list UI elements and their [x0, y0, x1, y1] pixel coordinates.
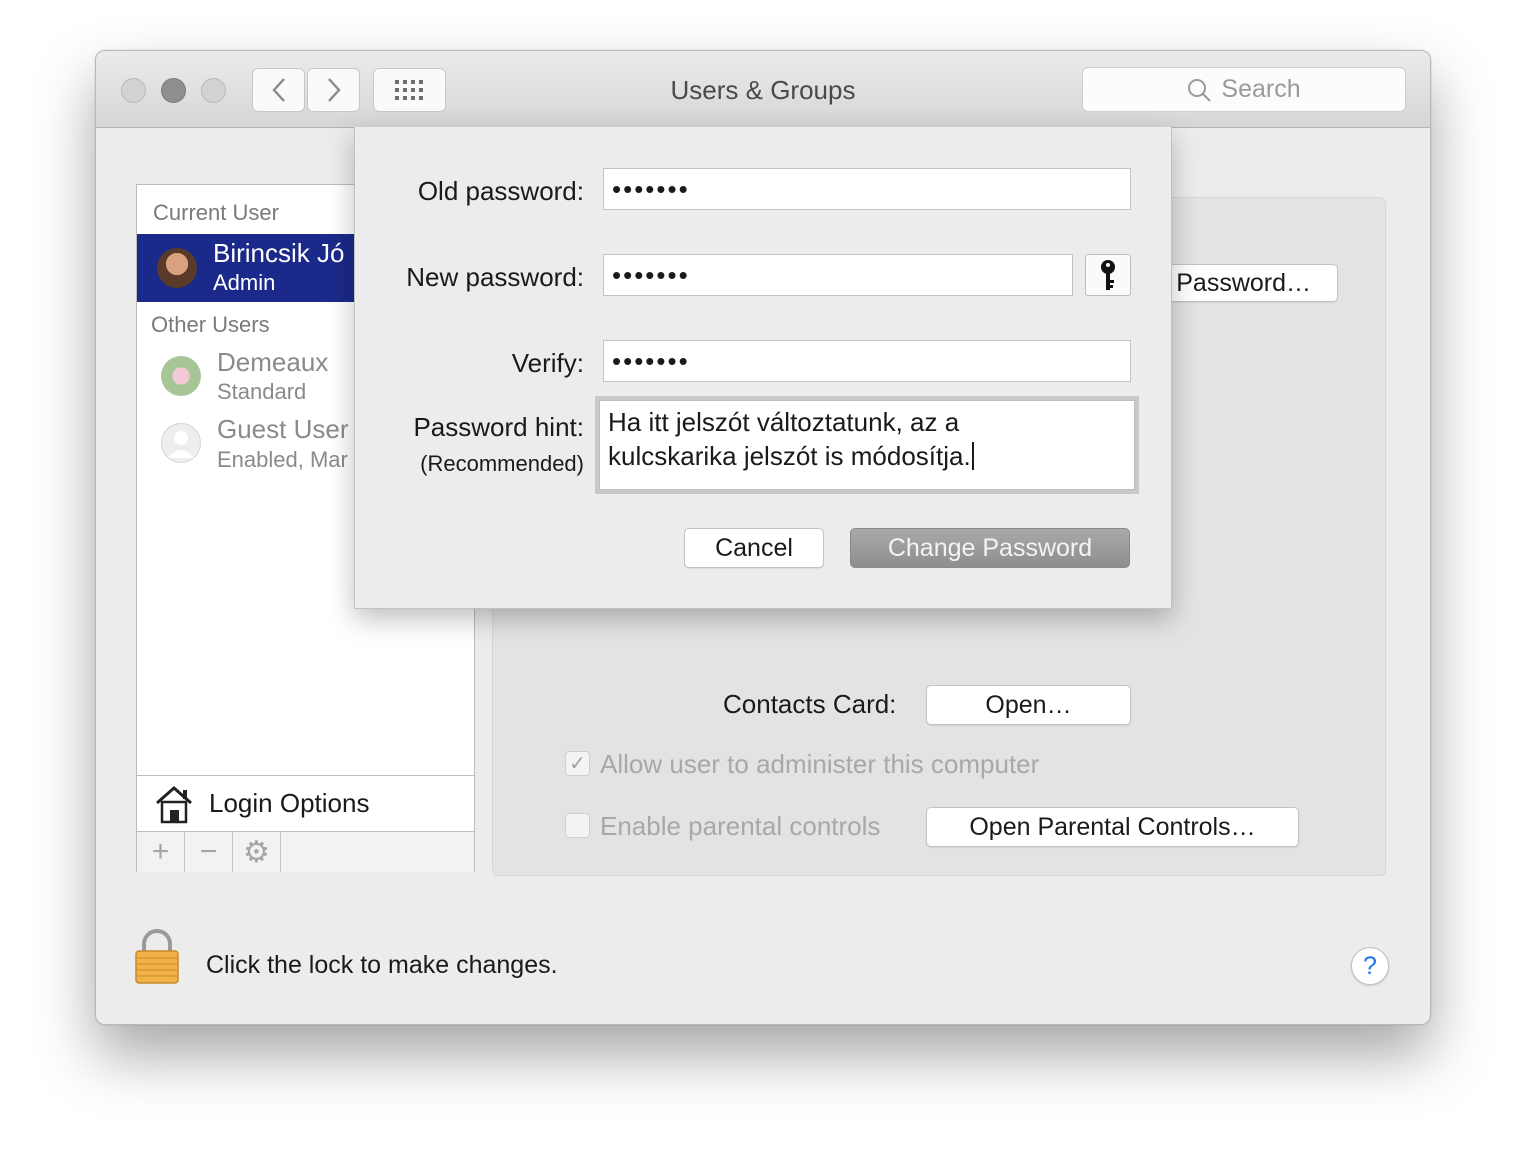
parental-controls-checkbox[interactable] — [565, 813, 590, 838]
hint-line-with-cursor: kulcskarika jelszót is módosítja. — [608, 439, 1126, 473]
user-role: Standard — [217, 379, 307, 404]
change-password-sheet: Old password: ••••••• New password: ••••… — [354, 127, 1172, 609]
change-password-button[interactable]: Password… — [1156, 264, 1338, 302]
old-password-label: Old password: — [417, 176, 584, 206]
open-parental-controls-button[interactable]: Open Parental Controls… — [926, 807, 1299, 847]
verify-password-field[interactable]: ••••••• — [603, 340, 1131, 382]
hint-line: kulcskarika jelszót is módosítja. — [608, 441, 971, 471]
user-role: Enabled, Mar — [217, 447, 348, 472]
open-contacts-button[interactable]: Open… — [926, 685, 1131, 725]
current-user-name: Birincsik Jó — [213, 238, 345, 268]
remove-user-button[interactable]: − — [185, 832, 233, 872]
old-password-field[interactable]: ••••••• — [603, 168, 1131, 210]
new-password-field[interactable]: ••••••• — [603, 254, 1073, 296]
lock-icon[interactable] — [134, 929, 180, 985]
password-hint-label: Password hint: — [413, 412, 584, 442]
contacts-card-label: Contacts Card: — [723, 689, 897, 719]
user-name: Demeaux — [217, 347, 329, 377]
password-assistant-button[interactable] — [1085, 254, 1131, 296]
search-input[interactable]: Search — [1082, 67, 1406, 112]
text-cursor — [971, 442, 974, 470]
password-hint-textarea[interactable]: Ha itt jelszót változtatunk, az a kulcsk… — [595, 396, 1139, 494]
title-bar: Users & Groups Search — [96, 51, 1430, 128]
user-toolbar: + − ⚙ — [137, 831, 474, 872]
login-options-row[interactable]: Login Options — [137, 775, 474, 831]
verify-label: Verify: — [511, 348, 584, 378]
change-password-confirm-button[interactable]: Change Password — [850, 528, 1130, 568]
search-icon — [1188, 78, 1212, 102]
password-hint-sublabel: (Recommended) — [420, 451, 584, 476]
gear-icon: ⚙ — [243, 835, 270, 869]
avatar — [157, 248, 197, 288]
help-icon: ? — [1363, 951, 1377, 980]
help-button[interactable]: ? — [1351, 947, 1389, 985]
add-user-button[interactable]: + — [137, 832, 185, 872]
checkmark-icon: ✓ — [569, 753, 586, 775]
user-name: Guest User — [217, 414, 349, 444]
avatar — [161, 423, 201, 463]
current-user-role: Admin — [213, 270, 276, 295]
new-password-label: New password: — [406, 262, 584, 292]
action-gear-button[interactable]: ⚙ — [233, 832, 281, 872]
lock-status-text: Click the lock to make changes. — [206, 951, 558, 979]
hint-line: Ha itt jelszót változtatunk, az a — [608, 407, 960, 437]
house-icon — [156, 785, 192, 824]
parental-controls-label: Enable parental controls — [600, 811, 881, 841]
current-user-heading: Current User — [153, 200, 279, 225]
login-options-label: Login Options — [209, 788, 370, 818]
cancel-button[interactable]: Cancel — [684, 528, 824, 568]
search-placeholder: Search — [1221, 75, 1301, 103]
person-icon — [168, 431, 194, 458]
allow-admin-label: Allow user to administer this computer — [600, 749, 1040, 779]
allow-admin-checkbox[interactable]: ✓ — [565, 751, 590, 776]
key-icon — [1101, 260, 1115, 290]
other-users-heading: Other Users — [151, 312, 270, 337]
avatar — [161, 356, 201, 396]
